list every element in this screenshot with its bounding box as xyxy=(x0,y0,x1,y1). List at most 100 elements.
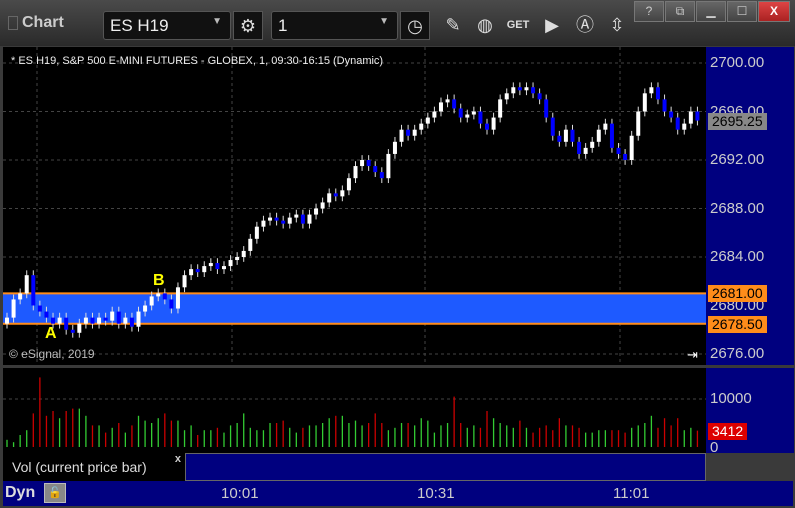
candle-body xyxy=(379,172,384,179)
candle-body xyxy=(491,117,496,130)
candle-body xyxy=(90,317,95,324)
minimize-button[interactable]: ▁ xyxy=(696,1,726,22)
candle-body xyxy=(175,287,180,309)
close-button[interactable]: X xyxy=(758,1,790,22)
scroll-right-icon[interactable]: ⇥ xyxy=(687,347,698,363)
candle-body xyxy=(182,275,187,288)
band-lower-tag: 2678.50 xyxy=(708,315,767,333)
price-chart[interactable]: * ES H19, S&P 500 E-MINI FUTURES - GLOBE… xyxy=(3,47,706,365)
candle-body xyxy=(675,117,680,130)
candle-body xyxy=(544,99,549,118)
candle-body xyxy=(143,305,148,312)
vol-tick: 0 xyxy=(710,439,719,456)
interval-select[interactable]: 1 ▼ xyxy=(271,11,398,40)
candle-body xyxy=(24,275,29,294)
chart-header: * ES H19, S&P 500 E-MINI FUTURES - GLOBE… xyxy=(11,55,384,67)
legend-bar xyxy=(185,453,706,481)
candle-body xyxy=(682,123,687,130)
candle-body xyxy=(511,87,516,94)
price-axis[interactable]: 2700.00 2696.00 2692.00 2688.00 2684.00 2680.… xyxy=(706,47,794,365)
candle-body xyxy=(517,87,522,91)
link-icon[interactable]: ⇳ xyxy=(602,11,632,40)
candle-body xyxy=(51,317,56,324)
candle-body xyxy=(129,317,134,327)
time-tick: 11:01 xyxy=(613,485,650,502)
play-icon[interactable]: ▶ xyxy=(537,11,567,40)
candle-body xyxy=(445,99,450,103)
candle-body xyxy=(603,123,608,130)
symbol-select[interactable]: ES H19 ▼ xyxy=(103,11,231,40)
candle-body xyxy=(399,129,404,142)
window-title: Chart xyxy=(22,14,64,31)
get-icon[interactable]: GET xyxy=(503,11,533,40)
candle-body xyxy=(373,166,378,173)
candle-body xyxy=(478,111,483,124)
candle-body xyxy=(366,160,371,167)
candle-body xyxy=(412,129,417,136)
candle-body xyxy=(189,269,194,276)
candle-body xyxy=(136,311,141,327)
candle-body xyxy=(208,263,213,267)
candle-body xyxy=(419,123,424,130)
candle-body xyxy=(537,93,542,100)
candle-body xyxy=(524,87,529,91)
lock-icon[interactable]: 🔓 xyxy=(44,483,66,503)
gear-icon[interactable]: ⚙ xyxy=(233,11,263,40)
price-plot xyxy=(3,47,706,365)
candle-body xyxy=(498,99,503,118)
volume-plot xyxy=(3,377,706,447)
candle-body xyxy=(149,296,154,306)
interval-value: 1 xyxy=(278,16,288,35)
candle-body xyxy=(202,266,207,273)
candle-body xyxy=(169,299,174,309)
candle-body xyxy=(110,311,115,321)
study-icon[interactable]: ◍ xyxy=(470,11,500,40)
candle-body xyxy=(314,208,319,215)
restore-menu-button[interactable]: ⧉ xyxy=(665,1,695,22)
chevron-down-icon: ▼ xyxy=(212,16,222,27)
candle-body xyxy=(77,323,82,333)
band-upper-tag: 2681.00 xyxy=(708,285,767,303)
candle-body xyxy=(504,93,509,100)
time-tick: 10:31 xyxy=(417,485,455,502)
candle-body xyxy=(287,217,292,224)
close-study-icon[interactable]: x xyxy=(175,453,181,465)
drag-grip-icon[interactable] xyxy=(8,16,18,30)
candle-body xyxy=(471,111,476,115)
price-tick: 2700.00 xyxy=(710,54,765,71)
clock-icon[interactable]: ◷ xyxy=(400,11,430,40)
candle-body xyxy=(669,111,674,118)
candle-body xyxy=(557,135,562,142)
time-axis[interactable]: Dyn 🔓 10:01 10:31 11:01 xyxy=(3,481,793,506)
candle-body xyxy=(465,114,470,118)
current-volume-tag: 3412 xyxy=(708,423,748,440)
price-tick: 2684.00 xyxy=(710,248,765,265)
candle-body xyxy=(452,99,457,109)
candle-body xyxy=(294,214,299,218)
dyn-label[interactable]: Dyn xyxy=(5,484,35,502)
candle-body xyxy=(228,260,233,267)
candle-body xyxy=(563,129,568,142)
candle-body xyxy=(300,214,305,224)
candle-body xyxy=(360,160,365,167)
candle-body xyxy=(44,311,49,318)
volume-legend: Vol (current price bar) x xyxy=(3,453,185,481)
candle-body xyxy=(83,317,88,324)
candle-body xyxy=(550,117,555,136)
marker-a: A xyxy=(45,325,57,342)
pencil-icon[interactable]: ✎ xyxy=(438,11,468,40)
candle-body xyxy=(438,102,443,112)
candle-body xyxy=(642,93,647,112)
maximize-button[interactable]: ☐ xyxy=(727,1,757,22)
price-band xyxy=(3,293,706,324)
title-bar: Chart ES H19 ▼ ⚙ 1 ▼ ◷ ✎ ◍ GET ▶ Ⓐ ⇳ ? ⧉ ▁… xyxy=(0,0,795,46)
help-button[interactable]: ? xyxy=(634,1,664,22)
volume-chart xyxy=(3,368,706,453)
alert-icon[interactable]: Ⓐ xyxy=(570,11,600,40)
candle-body xyxy=(261,220,266,227)
candle-body xyxy=(570,129,575,142)
current-price-tag: 2695.25 xyxy=(708,112,767,130)
candle-body xyxy=(274,217,279,221)
marker-b: B xyxy=(153,272,165,289)
candle-body xyxy=(57,317,62,324)
